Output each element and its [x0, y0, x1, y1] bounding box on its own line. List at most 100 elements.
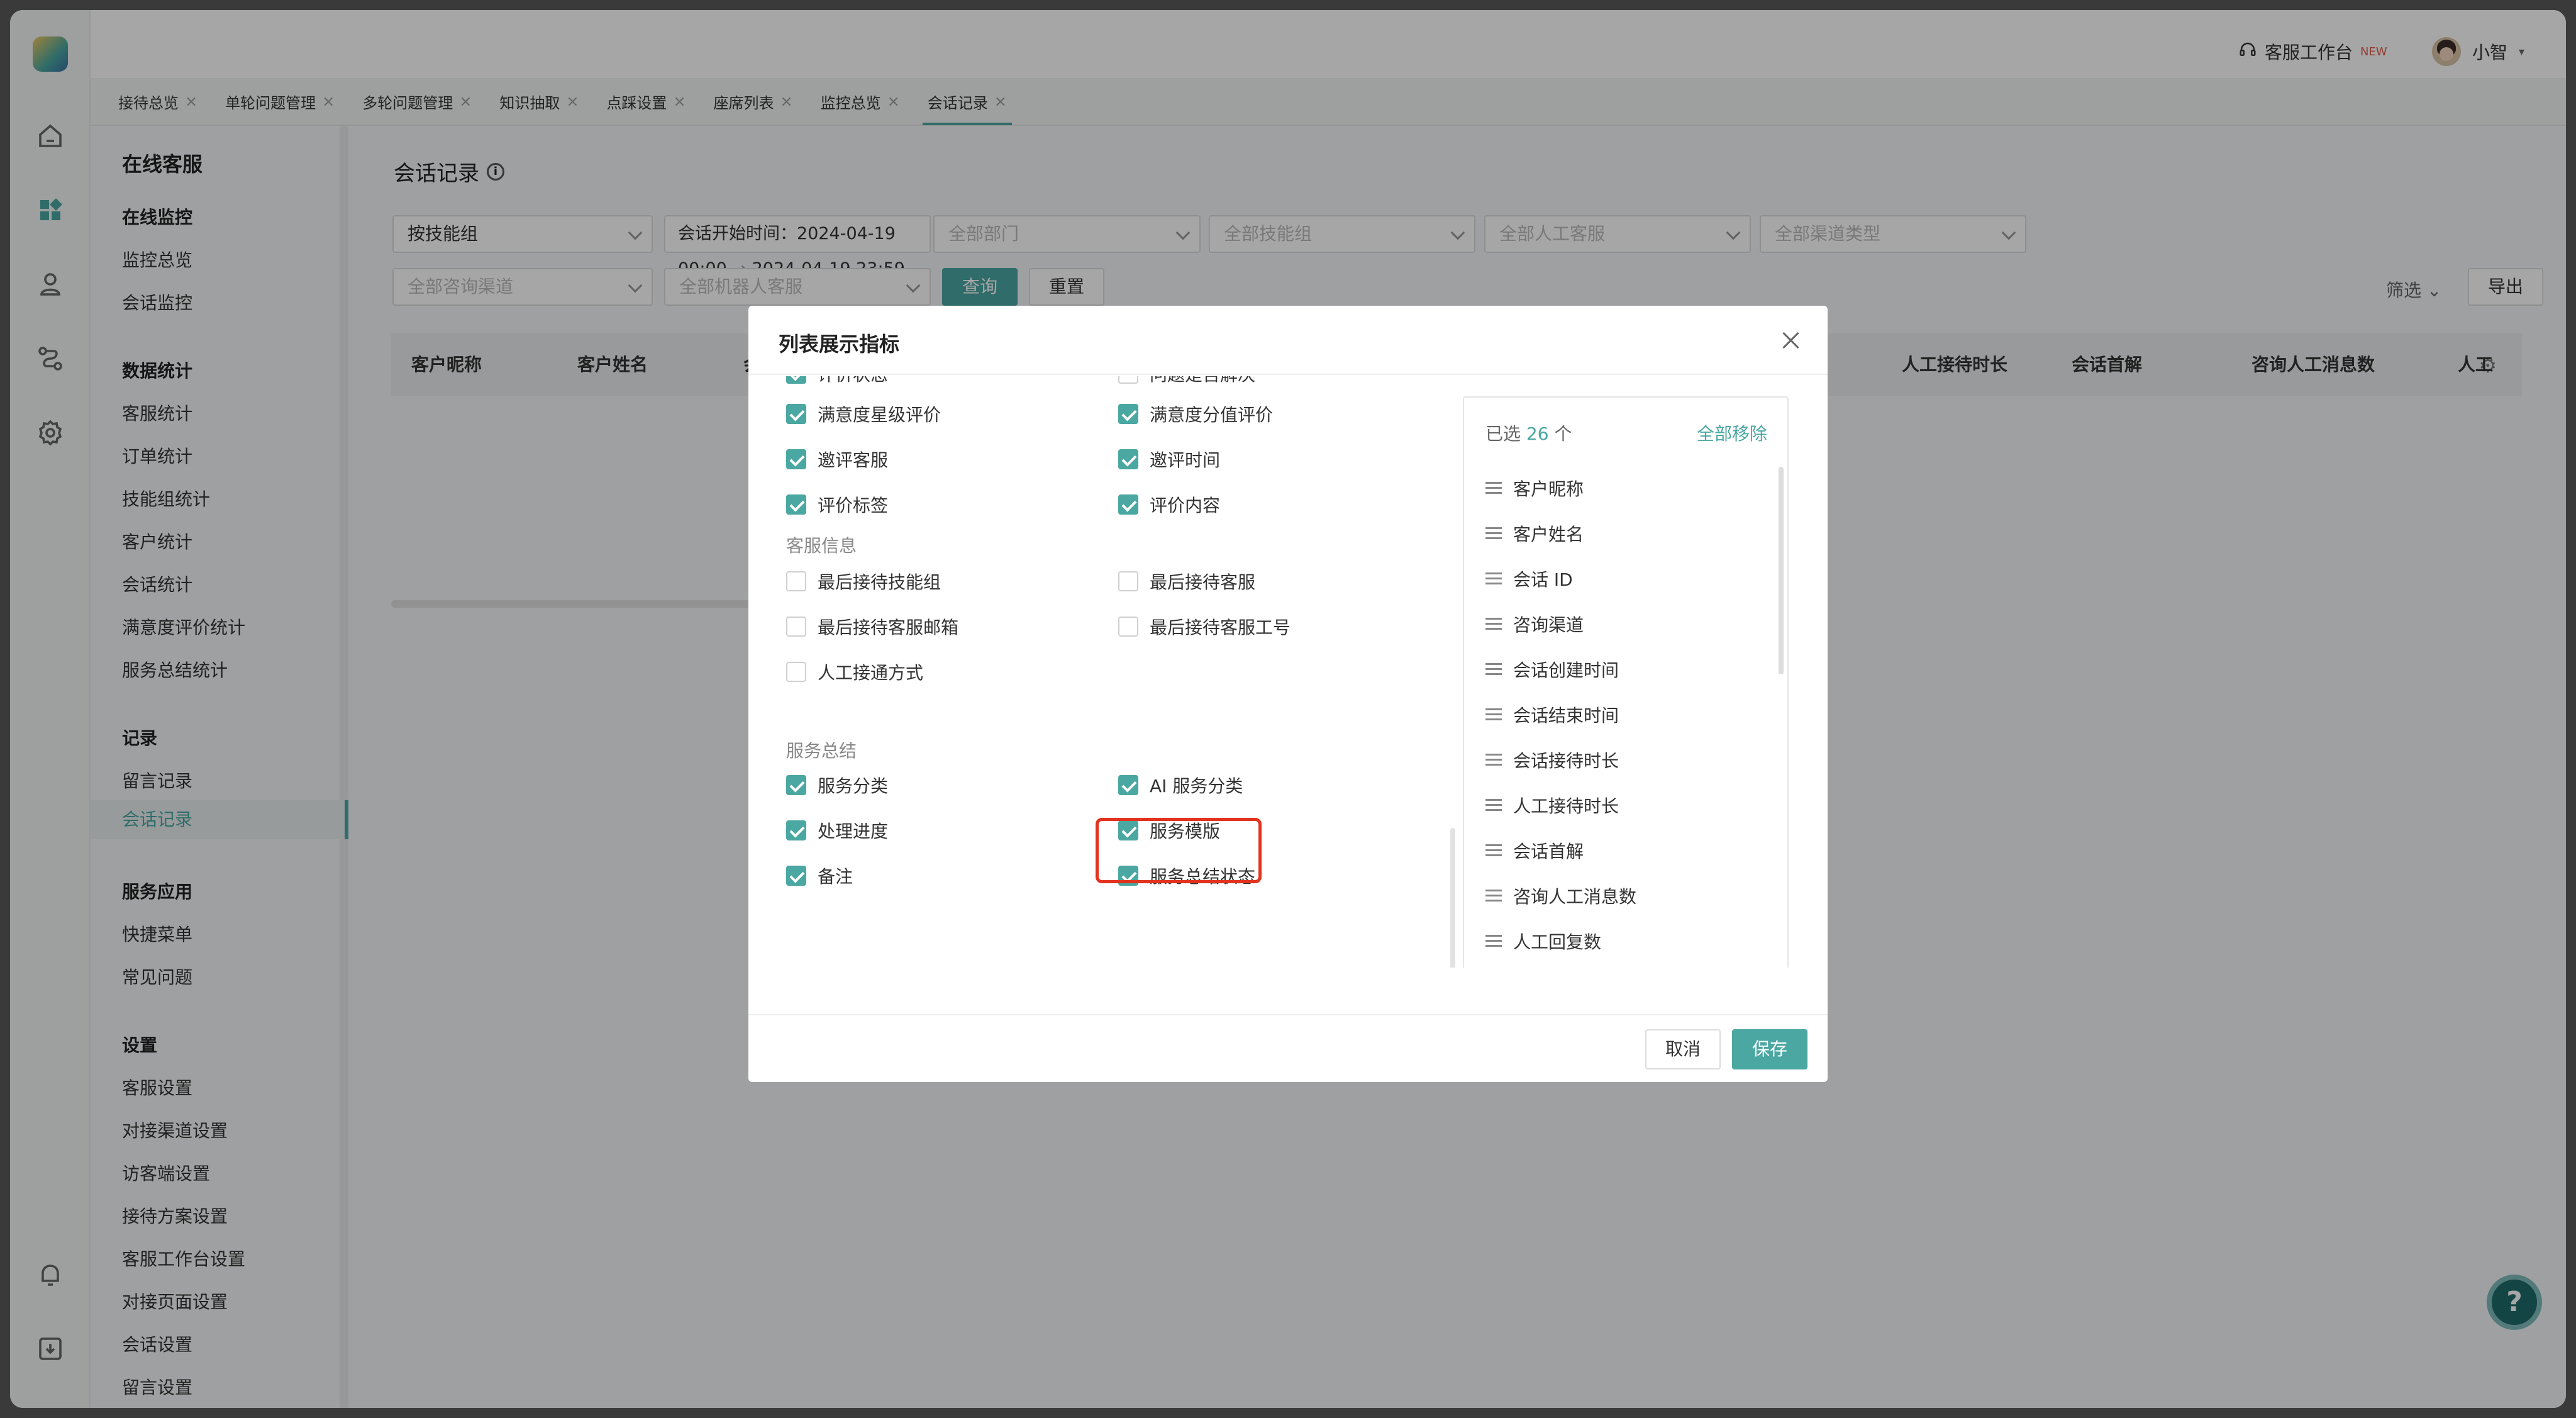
- selected-item[interactable]: 会话首解: [1485, 838, 1584, 863]
- drag-handle-icon[interactable]: [1485, 482, 1502, 494]
- checkbox-empty-icon[interactable]: [1118, 617, 1138, 637]
- metric-checkbox[interactable]: 服务分类: [786, 773, 888, 798]
- selected-item-label: 会话接待时长: [1513, 751, 1619, 771]
- drag-handle-icon[interactable]: [1485, 754, 1502, 766]
- section-title: 服务总结: [786, 740, 857, 761]
- selected-item-label: 咨询渠道: [1513, 615, 1584, 635]
- selected-count: 已选 26 个: [1485, 423, 1572, 444]
- metric-checkbox[interactable]: 问题是否解决: [1118, 376, 1255, 386]
- metric-label: 评价内容: [1150, 495, 1221, 516]
- checkbox-checked-icon[interactable]: [786, 404, 806, 424]
- metric-label: AI 服务分类: [1150, 776, 1243, 796]
- drag-handle-icon[interactable]: [1485, 663, 1502, 676]
- close-icon[interactable]: [1780, 330, 1801, 351]
- metric-checkbox[interactable]: 邀评时间: [1118, 447, 1220, 472]
- selected-panel: 已选 26 个 全部移除 客户昵称客户姓名会话 ID 咨询渠道会话创建时间 会话结束…: [1463, 396, 1789, 968]
- checkbox-checked-icon[interactable]: [1118, 775, 1138, 795]
- drag-handle-icon[interactable]: [1485, 890, 1502, 902]
- selected-item[interactable]: 会话 ID: [1485, 566, 1573, 591]
- metric-label: 问题是否解决: [1150, 376, 1255, 386]
- selected-item[interactable]: 咨询人工消息数: [1485, 883, 1636, 908]
- selected-item[interactable]: 客户姓名: [1485, 521, 1584, 546]
- metric-label: 人工接通方式: [818, 662, 924, 683]
- checkbox-empty-icon[interactable]: [1118, 571, 1138, 591]
- drag-handle-icon[interactable]: [1485, 799, 1502, 812]
- checkbox-checked-icon[interactable]: [786, 376, 806, 384]
- selected-item-label: 人工回复数: [1513, 932, 1602, 952]
- metric-checkbox[interactable]: 最后接待客服邮箱: [786, 614, 958, 639]
- metric-label: 评价状态: [818, 376, 888, 386]
- checkbox-checked-icon[interactable]: [786, 866, 806, 886]
- selected-item-label: 咨询人工消息数: [1513, 886, 1637, 907]
- checkbox-empty-icon[interactable]: [786, 662, 806, 682]
- drag-handle-icon[interactable]: [1485, 527, 1502, 540]
- selected-item-label: 客户昵称: [1513, 479, 1584, 500]
- drag-handle-icon[interactable]: [1485, 572, 1502, 585]
- section-title: 客服信息: [786, 535, 857, 556]
- selected-item-label: 客户姓名: [1513, 524, 1584, 545]
- remove-all-link[interactable]: 全部移除: [1697, 420, 1767, 445]
- metric-checkbox[interactable]: 最后接待客服: [1118, 569, 1255, 594]
- metric-label: 邀评客服: [818, 450, 889, 471]
- selected-item[interactable]: 人工回复数: [1485, 929, 1601, 954]
- metric-label: 满意度分值评价: [1150, 405, 1274, 425]
- metric-checkbox[interactable]: 人工接通方式: [786, 659, 923, 684]
- checkbox-checked-icon[interactable]: [1118, 449, 1138, 469]
- metric-label: 邀评时间: [1150, 450, 1221, 471]
- metric-checkbox[interactable]: 处理进度: [786, 818, 888, 843]
- selected-item-label: 人工接待时长: [1513, 796, 1619, 817]
- metric-label: 最后接待客服: [1150, 572, 1256, 593]
- save-button[interactable]: 保存: [1732, 1029, 1807, 1069]
- metric-checkbox[interactable]: 备注: [786, 863, 853, 888]
- selected-item[interactable]: 会话结束时间: [1485, 702, 1619, 727]
- checkbox-empty-icon[interactable]: [786, 571, 806, 591]
- metric-label: 评价标签: [818, 495, 889, 516]
- metric-checkbox[interactable]: 最后接待技能组: [786, 569, 941, 594]
- selected-scrollbar[interactable]: [1779, 467, 1784, 674]
- highlight-annotation: [1096, 818, 1262, 883]
- metric-checkbox[interactable]: AI 服务分类: [1118, 773, 1243, 798]
- metric-label: 最后接待技能组: [818, 572, 941, 593]
- modal-footer: 取消 保存: [748, 1014, 1828, 1082]
- metric-label: 备注: [818, 866, 853, 887]
- modal-body: 已选 26 个 全部移除 客户昵称客户姓名会话 ID 咨询渠道会话创建时间 会话结束…: [748, 376, 1828, 968]
- selected-item-label: 会话结束时间: [1513, 705, 1619, 726]
- checkbox-checked-icon[interactable]: [1118, 404, 1138, 424]
- metric-checkbox[interactable]: 评价状态: [786, 376, 888, 386]
- drag-handle-icon[interactable]: [1485, 708, 1502, 721]
- metric-checkbox[interactable]: 邀评客服: [786, 447, 888, 472]
- column-settings-modal: 列表展示指标 已选 26 个 全部移除 客户昵称客户姓名会话 ID 咨询渠道会话创…: [748, 306, 1828, 1082]
- metric-label: 满意度星级评价: [818, 405, 941, 425]
- checkbox-checked-icon[interactable]: [786, 494, 806, 515]
- metric-label: 服务分类: [818, 776, 889, 796]
- checkbox-empty-icon[interactable]: [786, 617, 806, 637]
- metric-label: 最后接待客服邮箱: [818, 617, 959, 638]
- selected-item-label: 会话首解: [1513, 841, 1584, 862]
- selected-item[interactable]: 咨询渠道: [1485, 611, 1584, 637]
- metric-checkbox[interactable]: 满意度星级评价: [786, 401, 941, 427]
- metric-checkbox[interactable]: 评价标签: [786, 492, 888, 517]
- options-scrollbar[interactable]: [1450, 828, 1455, 968]
- selected-item-label: 会话 ID: [1513, 569, 1573, 590]
- checkbox-checked-icon[interactable]: [1118, 494, 1138, 515]
- drag-handle-icon[interactable]: [1485, 844, 1502, 857]
- selected-item[interactable]: 会话接待时长: [1485, 747, 1619, 773]
- checkbox-empty-icon[interactable]: [1118, 376, 1138, 384]
- drag-handle-icon[interactable]: [1485, 618, 1502, 630]
- checkbox-checked-icon[interactable]: [786, 775, 806, 795]
- metric-checkbox[interactable]: 评价内容: [1118, 492, 1220, 517]
- selected-item[interactable]: 会话创建时间: [1485, 657, 1619, 682]
- checkbox-checked-icon[interactable]: [786, 449, 806, 469]
- modal-title: 列表展示指标: [779, 332, 900, 356]
- metric-checkbox[interactable]: 最后接待客服工号: [1118, 614, 1291, 639]
- metric-checkbox[interactable]: 满意度分值评价: [1118, 401, 1273, 427]
- cancel-button[interactable]: 取消: [1645, 1029, 1721, 1069]
- selected-item[interactable]: 客户昵称: [1485, 476, 1584, 501]
- selected-item[interactable]: 人工接待时长: [1485, 793, 1619, 818]
- checkbox-checked-icon[interactable]: [786, 820, 806, 840]
- selected-item-label: 会话创建时间: [1513, 660, 1619, 681]
- metric-label: 最后接待客服工号: [1150, 617, 1291, 638]
- modal-header: 列表展示指标: [748, 306, 1828, 375]
- drag-handle-icon[interactable]: [1485, 935, 1502, 947]
- metric-label: 处理进度: [818, 821, 889, 842]
